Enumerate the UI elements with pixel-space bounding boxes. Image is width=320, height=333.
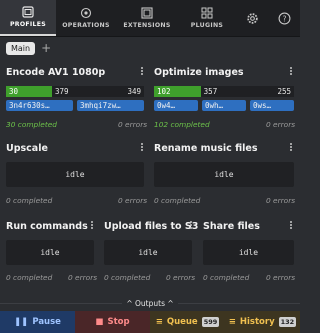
completed-count: 0 completed — [203, 273, 250, 282]
tab-main[interactable]: Main — [6, 41, 36, 55]
profile-menu-icon[interactable] — [90, 220, 94, 232]
stop-button[interactable]: ■ Stop — [75, 311, 150, 333]
tab-label: OPERATIONS — [62, 22, 110, 29]
operation-chip[interactable]: 0ws… — [250, 100, 294, 111]
outputs-text: Outputs — [135, 298, 165, 308]
top-navigation: PROFILES OPERATIONS EXTENSIONS PLUGINS ? — [0, 0, 300, 37]
profile-menu-icon[interactable] — [289, 220, 293, 232]
svg-text:?: ? — [282, 14, 286, 23]
history-icon: ≡ — [228, 317, 236, 327]
tab-label: EXTENSIONS — [123, 22, 171, 29]
active-operations: 0w4… 0wh… 0ws… — [154, 100, 294, 111]
idle-status: idle — [104, 240, 192, 265]
outputs-label: ^ Outputs ^ — [122, 298, 178, 308]
chevron-up-icon: ^ — [126, 298, 133, 308]
metric-total: 379 — [52, 86, 98, 97]
profile-title: Run commands — [6, 221, 88, 232]
completed-count: 102 completed — [154, 120, 210, 129]
profile-menu-icon[interactable] — [289, 142, 293, 154]
profile-title: Optimize images — [154, 67, 244, 78]
history-label: History — [239, 317, 275, 327]
history-button[interactable]: ≡ History 132 — [225, 311, 300, 333]
profile-menu-icon[interactable] — [140, 142, 144, 154]
settings-button[interactable] — [236, 0, 268, 36]
profile-title: Upload files to S3 — [104, 221, 199, 232]
history-count-badge: 132 — [278, 317, 297, 327]
outputs-toggle[interactable]: ^ Outputs ^ — [0, 297, 300, 309]
stop-label: Stop — [107, 317, 130, 327]
pause-button[interactable]: ❚❚ Pause — [0, 311, 75, 333]
metric-total: 357 — [200, 86, 248, 97]
idle-status: idle — [154, 162, 294, 187]
tab-label: PLUGINS — [190, 22, 224, 29]
control-bar: ❚❚ Pause ■ Stop ≡ Queue 599 ≡ History 13… — [0, 311, 300, 333]
profile-metrics: 102 357 255 — [154, 86, 295, 97]
error-count: 0 errors — [118, 196, 148, 205]
profile-title: Rename music files — [154, 143, 258, 154]
extensions-icon — [141, 7, 153, 19]
profile-title: Encode AV1 1080p — [6, 67, 106, 78]
error-count: 0 errors — [68, 273, 98, 282]
add-tab-button[interactable]: + — [41, 42, 51, 54]
metric-remaining: 255 — [247, 86, 295, 97]
error-count: 0 errors — [266, 120, 296, 129]
profile-title: Share files — [203, 221, 260, 232]
tab-profiles[interactable]: PROFILES — [0, 0, 56, 36]
profile-menu-icon[interactable] — [140, 66, 144, 78]
idle-status: idle — [6, 240, 94, 265]
help-icon: ? — [278, 12, 290, 24]
operation-chip[interactable]: 3mhqi7zw… — [77, 100, 144, 111]
chevron-up-icon: ^ — [167, 298, 174, 308]
profile-metrics: 30 379 349 — [6, 86, 144, 97]
error-count: 0 errors — [118, 120, 148, 129]
completed-count: 0 completed — [104, 273, 151, 282]
error-count: 0 errors — [266, 273, 296, 282]
idle-status: idle — [6, 162, 144, 187]
tab-plugins[interactable]: PLUGINS — [178, 0, 236, 36]
queue-count-badge: 599 — [201, 317, 220, 327]
active-operations: 3n4r630s… 3mhqi7zw… — [6, 100, 144, 111]
pause-label: Pause — [32, 317, 61, 327]
error-count: 0 errors — [166, 273, 196, 282]
help-button[interactable]: ? — [268, 0, 300, 36]
gear-icon — [246, 12, 258, 24]
profiles-icon — [22, 6, 34, 18]
idle-status: idle — [203, 240, 294, 265]
completed-count: 0 completed — [6, 196, 53, 205]
profile-title: Upscale — [6, 143, 48, 154]
metric-completed: 30 — [6, 86, 52, 97]
error-count: 0 errors — [266, 196, 296, 205]
stop-icon: ■ — [95, 317, 104, 327]
metric-completed: 102 — [154, 86, 201, 97]
plugins-icon — [201, 7, 213, 19]
operation-chip[interactable]: 0w4… — [154, 100, 198, 111]
profile-menu-icon[interactable] — [289, 66, 293, 78]
queue-icon: ≡ — [155, 317, 163, 327]
completed-count: 0 completed — [6, 273, 53, 282]
tab-extensions[interactable]: EXTENSIONS — [116, 0, 178, 36]
operations-icon — [80, 7, 92, 19]
pause-icon: ❚❚ — [14, 317, 29, 327]
tab-label: PROFILES — [9, 21, 47, 28]
operation-chip[interactable]: 3n4r630s… — [6, 100, 73, 111]
completed-count: 0 completed — [154, 196, 201, 205]
tab-operations[interactable]: OPERATIONS — [56, 0, 116, 36]
operation-chip[interactable]: 0wh… — [202, 100, 246, 111]
profile-menu-icon[interactable] — [189, 220, 193, 232]
completed-count: 30 completed — [6, 120, 57, 129]
metric-remaining: 349 — [98, 86, 144, 97]
profile-tabs: Main + — [6, 41, 51, 55]
queue-button[interactable]: ≡ Queue 599 — [150, 311, 225, 333]
queue-label: Queue — [166, 317, 198, 327]
